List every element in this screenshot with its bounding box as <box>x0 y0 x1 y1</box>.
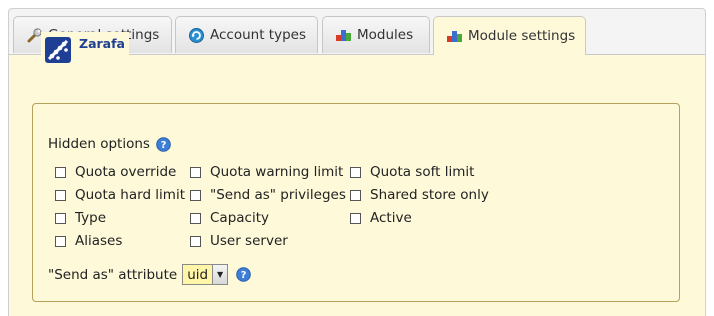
checkbox-label: User server <box>210 233 288 249</box>
tab-module-settings[interactable]: Module settings <box>433 16 586 55</box>
send-as-attribute-row: "Send as" attribute uid ▼ ? <box>48 264 251 285</box>
section-legend: Zarafa <box>41 32 129 66</box>
checkbox-label: Quota override <box>75 164 177 180</box>
checkbox-box[interactable] <box>55 212 66 224</box>
checkbox-aliases[interactable]: Aliases <box>55 233 122 249</box>
checkbox-label: Quota soft limit <box>370 164 475 180</box>
checkbox-quota-override[interactable]: Quota override <box>55 164 176 180</box>
hidden-options-text: Hidden options <box>48 136 150 152</box>
checkbox-box[interactable] <box>190 212 201 224</box>
modules-icon <box>446 28 463 45</box>
hidden-options-label: Hidden options ? <box>48 136 171 152</box>
modules-icon <box>335 27 352 44</box>
checkbox-type[interactable]: Type <box>55 210 106 226</box>
checkbox-label: Shared store only <box>370 187 489 203</box>
svg-text:?: ? <box>241 270 247 281</box>
zarafa-logo <box>41 32 77 66</box>
tab-label: Modules <box>357 27 414 43</box>
checkbox-capacity[interactable]: Capacity <box>190 210 269 226</box>
checkbox-shared-store-only[interactable]: Shared store only <box>350 187 489 203</box>
checkbox-box[interactable] <box>350 212 361 224</box>
checkbox-box[interactable] <box>190 235 201 247</box>
checkbox-active[interactable]: Active <box>350 210 412 226</box>
checkbox-box[interactable] <box>190 166 201 178</box>
checkbox-label: Aliases <box>75 233 123 249</box>
checkbox-user-server[interactable]: User server <box>190 233 288 249</box>
section-title: Zarafa <box>79 36 125 51</box>
send-as-attribute-label: "Send as" attribute <box>48 266 178 283</box>
checkbox-label: Active <box>370 210 412 226</box>
checkbox-box[interactable] <box>350 189 361 201</box>
help-icon[interactable]: ? <box>236 267 251 282</box>
checkbox-box[interactable] <box>55 189 66 201</box>
checkbox-label: "Send as" privileges <box>210 187 346 203</box>
checkbox-label: Capacity <box>210 210 269 226</box>
tab-account-types[interactable]: Account types <box>175 16 318 53</box>
send-as-attribute-select[interactable]: uid ▼ <box>182 264 229 285</box>
tab-label: Account types <box>210 27 306 43</box>
refresh-icon <box>188 27 205 44</box>
svg-text:?: ? <box>161 140 167 151</box>
chevron-down-icon[interactable]: ▼ <box>212 265 228 284</box>
select-value: uid <box>187 266 209 283</box>
checkbox-box[interactable] <box>55 166 66 178</box>
checkbox-send-as-privileges[interactable]: "Send as" privileges <box>190 187 346 203</box>
tab-label: Module settings <box>468 28 576 44</box>
checkbox-label: Type <box>75 210 107 226</box>
checkbox-quota-hard-limit[interactable]: Quota hard limit <box>55 187 185 203</box>
checkbox-box[interactable] <box>350 166 361 178</box>
checkbox-quota-warning-limit[interactable]: Quota warning limit <box>190 164 343 180</box>
checkbox-label: Quota hard limit <box>75 187 185 203</box>
checkbox-quota-soft-limit[interactable]: Quota soft limit <box>350 164 474 180</box>
help-icon[interactable]: ? <box>156 136 171 152</box>
checkbox-label: Quota warning limit <box>210 164 344 180</box>
checkbox-box[interactable] <box>55 235 66 247</box>
checkbox-box[interactable] <box>190 189 201 201</box>
tab-modules[interactable]: Modules <box>322 16 430 53</box>
